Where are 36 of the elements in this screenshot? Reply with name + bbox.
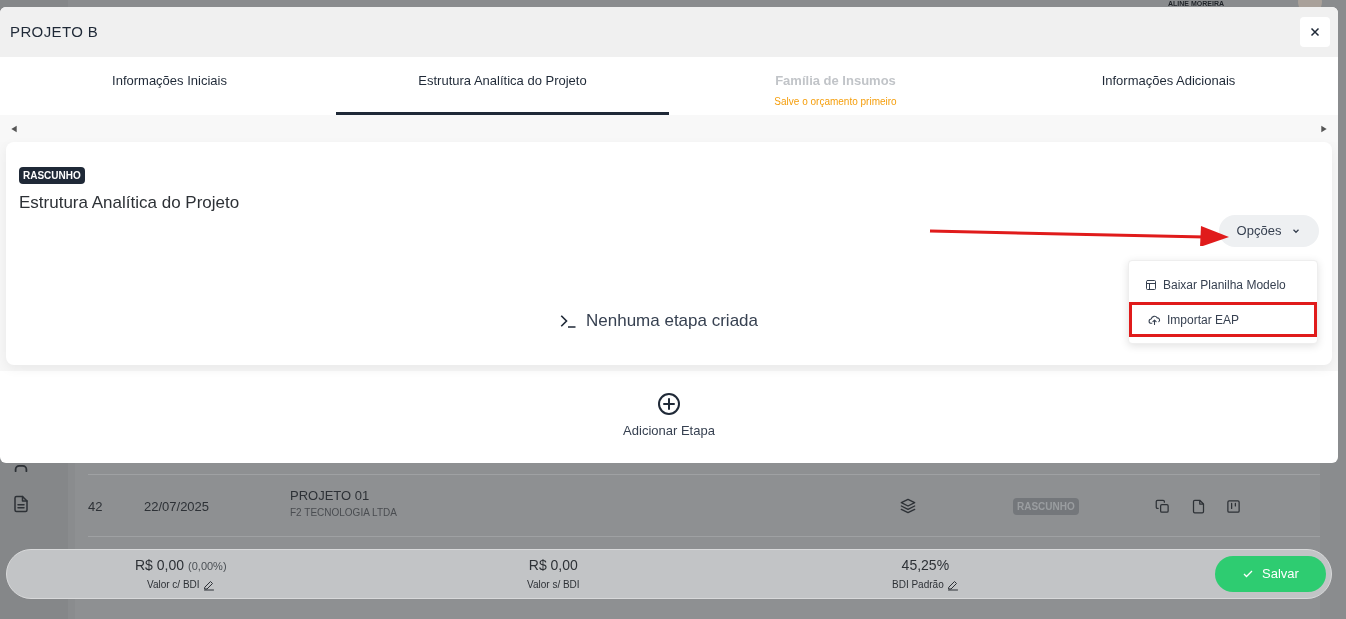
file-icon bbox=[1191, 499, 1206, 514]
status-badge: RASCUNHO bbox=[19, 167, 85, 184]
layers-icon bbox=[900, 498, 916, 514]
tab[interactable]: Informações Adicionais bbox=[1002, 57, 1335, 115]
tab[interactable]: Informações Iniciais bbox=[3, 57, 336, 115]
person-icon bbox=[12, 464, 30, 473]
percentage-note: (0,00%) bbox=[188, 559, 227, 574]
scroll-right-icon bbox=[1320, 123, 1328, 134]
close-button[interactable] bbox=[1300, 17, 1330, 47]
section-heading: Estrutura Analítica do Projeto bbox=[19, 192, 241, 214]
board-icon bbox=[1226, 499, 1241, 514]
amount-label: Valor c/ BDI bbox=[147, 578, 200, 592]
amount-label: BDI Padrão bbox=[892, 578, 944, 592]
copy-icon bbox=[1155, 499, 1170, 514]
modal-title: PROJETO B bbox=[10, 21, 99, 42]
table-icon bbox=[1145, 278, 1157, 291]
close-icon bbox=[1309, 26, 1321, 38]
menu-item[interactable]: Baixar Planilha Modelo bbox=[1129, 267, 1317, 302]
options-button[interactable]: Opções bbox=[1219, 215, 1319, 247]
company-name: F2 TECNOLOGIA LTDA bbox=[290, 506, 397, 520]
document-icon bbox=[12, 495, 30, 513]
tab-hint: Salve o orçamento primeiro bbox=[774, 94, 897, 109]
project-name: PROJETO 01 bbox=[290, 487, 370, 505]
menu-item[interactable]: Importar EAP bbox=[1129, 302, 1317, 337]
check-icon bbox=[1242, 568, 1255, 580]
amount-value: 45,25% bbox=[901, 556, 950, 575]
add-circle-icon bbox=[657, 392, 681, 416]
table-cell-text: 42 bbox=[88, 498, 103, 516]
cloud-upload-icon bbox=[1148, 313, 1161, 326]
amount-value: R$ 0,00 bbox=[135, 556, 185, 575]
scroll-left-icon bbox=[10, 123, 18, 134]
add-stage-button[interactable]: Adicionar Etapa bbox=[623, 421, 715, 441]
table-cell-text: 22/07/2025 bbox=[144, 498, 210, 516]
empty-state-message: Nenhuma etapa criada bbox=[586, 310, 758, 332]
amount-label: Valor s/ BDI bbox=[527, 578, 580, 592]
amount-value: R$ 0,00 bbox=[528, 556, 578, 575]
